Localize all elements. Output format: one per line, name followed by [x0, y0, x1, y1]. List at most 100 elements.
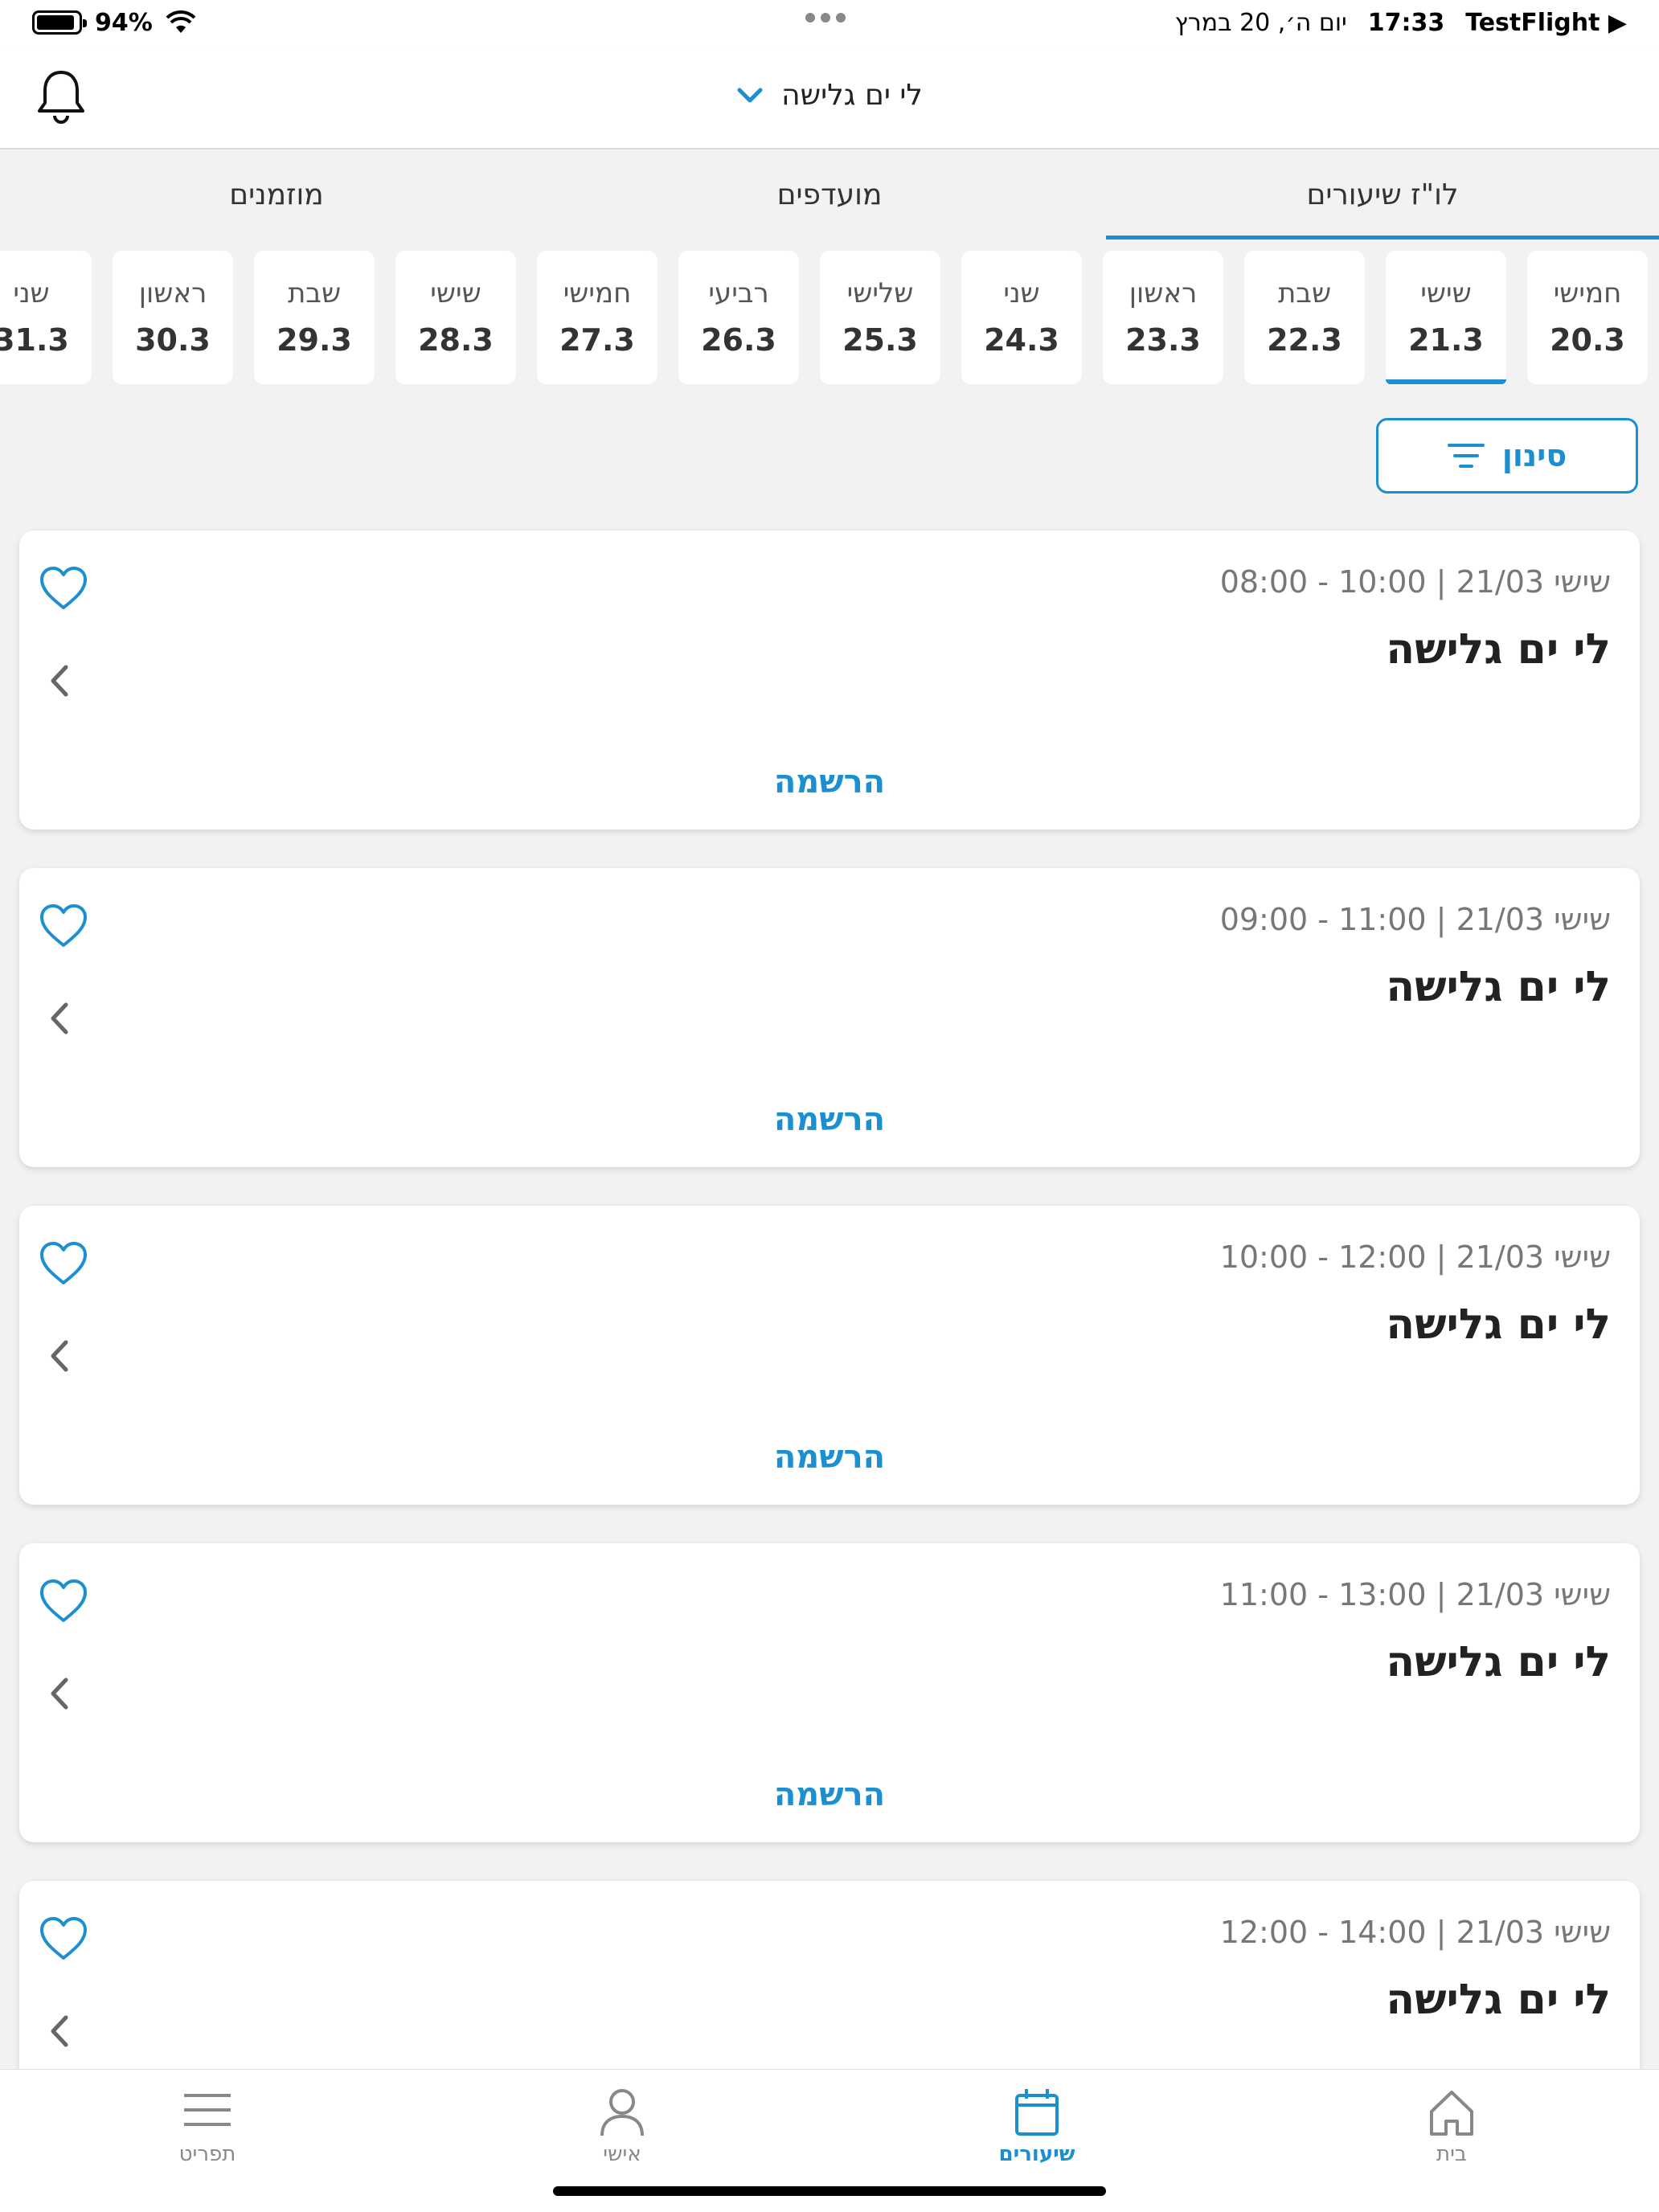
class-time: שישי 21/03 | 10:00 - 08:00 — [1219, 564, 1611, 600]
class-card[interactable]: שישי 21/03 | 12:00 - 10:00 לי ים גלישה הרש… — [19, 1206, 1640, 1505]
date-number: 27.3 — [559, 322, 635, 358]
battery-icon — [32, 10, 87, 35]
filter-label: סינון — [1501, 438, 1567, 473]
class-card[interactable]: שישי 21/03 | 11:00 - 09:00 לי ים גלישה הרש… — [19, 868, 1640, 1167]
date-number: 20.3 — [1550, 322, 1625, 358]
register-button[interactable]: הרשמה — [19, 1439, 1640, 1476]
heart-icon[interactable] — [37, 1577, 90, 1625]
status-left: 94% — [32, 6, 196, 39]
heart-icon[interactable] — [37, 1239, 90, 1288]
date-day: רביעי — [708, 277, 769, 309]
nav-menu-label: תפריט — [178, 2142, 236, 2166]
calendar-icon — [1015, 2089, 1059, 2136]
date-card[interactable]: חמישי 20.3 — [1527, 251, 1648, 384]
class-time: שישי 21/03 | 12:00 - 10:00 — [1219, 1239, 1611, 1275]
tab-schedule[interactable]: לו"ז שיעורים — [1106, 150, 1659, 240]
app-header: לי ים גלישה — [0, 47, 1659, 150]
battery-percent: 94% — [95, 8, 153, 37]
date-card[interactable]: חמישי 27.3 — [537, 251, 657, 384]
tab-invited[interactable]: מוזמנים — [0, 150, 553, 240]
tab-label: מועדפים — [776, 178, 883, 211]
status-right: יום ה׳, 20 במרץ 17:33 TestFlight ▶ — [1175, 6, 1627, 39]
date-card[interactable]: ראשון 30.3 — [113, 251, 233, 384]
date-number: 29.3 — [276, 322, 352, 358]
class-card[interactable]: שישי 21/03 | 10:00 - 08:00 לי ים גלישה הרש… — [19, 530, 1640, 830]
nav-menu[interactable]: תפריט — [87, 2086, 328, 2166]
date-card[interactable]: שישי 21.3 — [1386, 251, 1506, 384]
home-indicator[interactable] — [553, 2186, 1106, 2196]
date-number: 22.3 — [1267, 322, 1342, 358]
date-day: ראשון — [138, 277, 207, 309]
studio-name: לי ים גלישה — [781, 79, 923, 112]
class-time: שישי 21/03 | 11:00 - 09:00 — [1219, 902, 1611, 937]
class-title: לי ים גלישה — [1386, 1976, 1611, 2024]
status-bar: 94% יום ה׳, 20 במרץ 17:33 TestFlight ▶ — [0, 0, 1659, 47]
class-title: לי ים גלישה — [1386, 1638, 1611, 1686]
heart-icon[interactable] — [37, 1915, 90, 1963]
home-icon — [1430, 2091, 1473, 2136]
nav-personal-label: אישי — [603, 2142, 641, 2166]
nav-home-label: בית — [1436, 2142, 1467, 2166]
tab-label: מוזמנים — [229, 178, 324, 211]
chevron-left-icon[interactable] — [43, 1673, 76, 1714]
date-card[interactable]: ראשון 23.3 — [1103, 251, 1223, 384]
date-day: חמישי — [1553, 277, 1622, 309]
date-row: חמישי 20.3 שישי 21.3 שבת 22.3 ראשון 23.3 שני 24.3… — [0, 251, 1648, 384]
class-title: לי ים גלישה — [1386, 963, 1611, 1011]
date-strip[interactable]: חמישי 20.3 שישי 21.3 שבת 22.3 ראשון 23.3 שני 24.3… — [0, 251, 1659, 387]
filter-icon — [1447, 444, 1485, 468]
date-number: 24.3 — [984, 322, 1059, 358]
date-card[interactable]: שני 31.3 — [0, 251, 92, 384]
chevron-down-icon — [737, 88, 763, 102]
register-button[interactable]: הרשמה — [19, 1776, 1640, 1813]
filter-button[interactable]: סינון — [1376, 418, 1638, 494]
date-number: 21.3 — [1408, 322, 1484, 358]
date-number: 31.3 — [0, 322, 69, 358]
date-day: שני — [13, 277, 50, 309]
status-time: 17:33 — [1367, 8, 1445, 37]
date-number: 28.3 — [418, 322, 494, 358]
menu-icon — [184, 2094, 231, 2126]
back-to-app[interactable]: TestFlight ▶ — [1465, 9, 1627, 37]
date-card[interactable]: רביעי 26.3 — [678, 251, 799, 384]
heart-icon[interactable] — [37, 564, 90, 612]
wifi-icon — [166, 10, 196, 33]
nav-classes-label: שיעורים — [998, 2142, 1075, 2166]
date-day: ראשון — [1129, 277, 1198, 309]
status-date: יום ה׳, 20 במרץ — [1174, 8, 1347, 37]
date-number: 23.3 — [1125, 322, 1201, 358]
class-title: לי ים גלישה — [1386, 625, 1611, 674]
tab-favorites[interactable]: מועדפים — [553, 150, 1106, 240]
date-number: 25.3 — [842, 322, 918, 358]
class-title: לי ים גלישה — [1386, 1301, 1611, 1349]
studio-selector[interactable]: לי ים גלישה — [0, 79, 1659, 112]
date-day: שישי — [430, 277, 481, 309]
class-time: שישי 21/03 | 14:00 - 12:00 — [1219, 1915, 1611, 1950]
date-card[interactable]: שבת 29.3 — [254, 251, 375, 384]
date-day: שישי — [1420, 277, 1472, 309]
nav-personal[interactable]: אישי — [502, 2086, 743, 2166]
multitasking-dots[interactable] — [805, 13, 846, 23]
chevron-left-icon[interactable] — [43, 998, 76, 1038]
chevron-left-icon[interactable] — [43, 2011, 76, 2051]
heart-icon[interactable] — [37, 902, 90, 950]
date-day: שבת — [1277, 277, 1332, 309]
user-icon — [600, 2089, 644, 2136]
date-day: חמישי — [563, 277, 632, 309]
date-card[interactable]: שלישי 25.3 — [820, 251, 940, 384]
chevron-left-icon[interactable] — [43, 661, 76, 701]
top-tabs: לו"ז שיעורים מועדפים מוזמנים — [0, 150, 1659, 240]
register-button[interactable]: הרשמה — [19, 1101, 1640, 1138]
date-card[interactable]: שישי 28.3 — [395, 251, 516, 384]
date-day: שלישי — [846, 277, 914, 309]
date-number: 30.3 — [135, 322, 211, 358]
date-day: שני — [1003, 277, 1040, 309]
date-card[interactable]: שני 24.3 — [961, 251, 1082, 384]
class-time: שישי 21/03 | 13:00 - 11:00 — [1219, 1577, 1611, 1612]
register-button[interactable]: הרשמה — [19, 764, 1640, 801]
class-card[interactable]: שישי 21/03 | 13:00 - 11:00 לי ים גלישה הרש… — [19, 1543, 1640, 1842]
date-card[interactable]: שבת 22.3 — [1244, 251, 1365, 384]
chevron-left-icon[interactable] — [43, 1336, 76, 1376]
nav-home[interactable]: בית — [1331, 2086, 1572, 2166]
nav-classes[interactable]: שיעורים — [916, 2086, 1157, 2166]
